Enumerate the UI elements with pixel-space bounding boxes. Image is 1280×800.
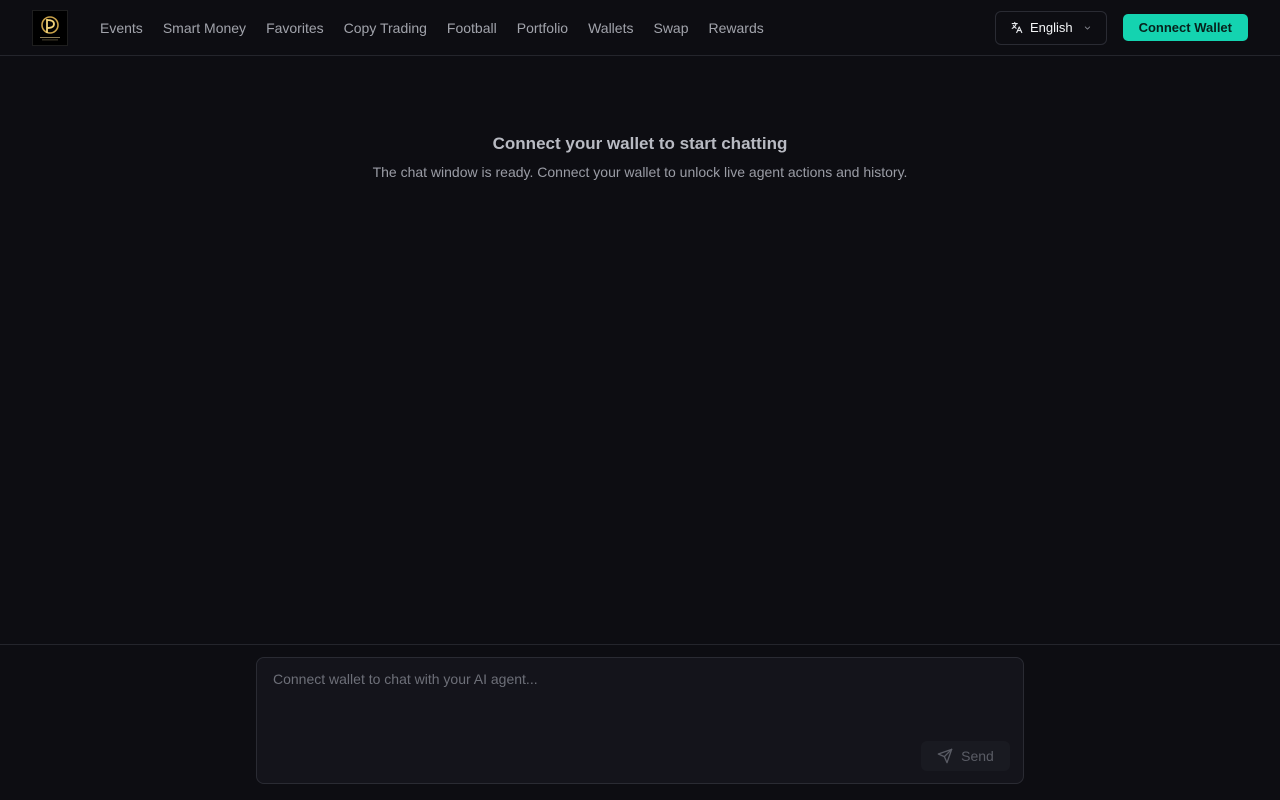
send-icon — [937, 748, 953, 764]
logo-icon — [40, 15, 60, 40]
language-label: English — [1030, 20, 1073, 35]
chat-input[interactable] — [257, 658, 1023, 748]
nav-football[interactable]: Football — [437, 18, 507, 38]
translate-icon — [1011, 21, 1022, 34]
nav-smart-money[interactable]: Smart Money — [153, 18, 256, 38]
nav-favorites[interactable]: Favorites — [256, 18, 334, 38]
main-nav: Events Smart Money Favorites Copy Tradin… — [100, 18, 774, 38]
empty-state: Connect your wallet to start chatting Th… — [0, 133, 1280, 181]
nav-rewards[interactable]: Rewards — [699, 18, 774, 38]
nav-events[interactable]: Events — [100, 18, 153, 38]
connect-wallet-button[interactable]: Connect Wallet — [1122, 14, 1248, 41]
nav-copy-trading[interactable]: Copy Trading — [334, 18, 437, 38]
logo[interactable] — [32, 9, 68, 46]
header-actions: English Connect Wallet — [994, 10, 1248, 45]
send-label: Send — [961, 748, 994, 764]
nav-portfolio[interactable]: Portfolio — [507, 18, 578, 38]
language-selector[interactable]: English — [994, 10, 1107, 45]
chat-composer: Send — [256, 657, 1024, 784]
send-button[interactable]: Send — [921, 741, 1010, 771]
nav-wallets[interactable]: Wallets — [578, 18, 643, 38]
chat-footer: Send — [0, 644, 1280, 800]
top-nav-bar: Events Smart Money Favorites Copy Tradin… — [0, 0, 1280, 56]
chevron-down-icon — [1084, 25, 1090, 30]
nav-swap[interactable]: Swap — [643, 18, 698, 38]
empty-state-subtitle: The chat window is ready. Connect your w… — [372, 164, 908, 180]
empty-state-title: Connect your wallet to start chatting — [492, 134, 788, 153]
